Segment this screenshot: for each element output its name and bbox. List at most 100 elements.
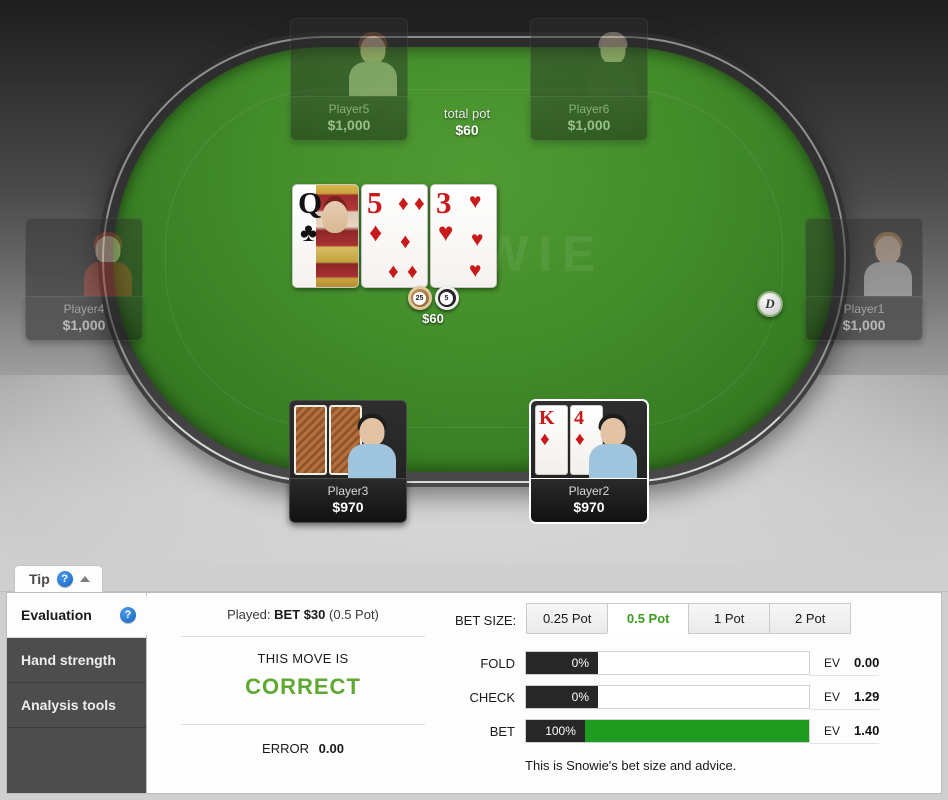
played-line: Played: BET $30 (0.5 Pot) xyxy=(181,607,425,622)
advice-column: BET SIZE: 0.25 Pot 0.5 Pot 1 Pot 2 Pot F… xyxy=(447,593,941,793)
player6-avatar-box xyxy=(530,18,648,96)
bet-size-tab-2pot[interactable]: 2 Pot xyxy=(769,603,852,634)
help-icon[interactable]: ? xyxy=(120,607,136,623)
bar-track-fold: 0% xyxy=(525,651,810,675)
seat-player1[interactable]: Player1 $1,000 xyxy=(805,218,923,341)
player5-nameplate: Player5 $1,000 xyxy=(290,96,408,141)
ev-cell-check: EV 1.29 xyxy=(810,684,880,710)
total-pot-amount: $60 xyxy=(455,122,479,138)
avatar-head xyxy=(600,418,626,446)
player2-stack: $970 xyxy=(573,499,605,515)
sidebar-filler xyxy=(7,728,146,793)
player2-nameplate: Player2 $970 xyxy=(530,478,648,523)
player2-name: Player2 xyxy=(568,484,610,498)
avatar-head xyxy=(95,236,121,264)
sidebar-item-label: Evaluation xyxy=(21,607,92,623)
bet-size-label: BET SIZE: xyxy=(455,613,517,628)
total-pot: total pot $60 xyxy=(412,105,522,139)
advice-note: This is Snowie's bet size and advice. xyxy=(525,758,737,773)
dealer-button: D xyxy=(757,291,783,317)
avatar xyxy=(862,230,914,296)
player2-avatar-box: K ♦ 4 ♦ xyxy=(530,400,648,478)
bet-size-tab-025pot[interactable]: 0.25 Pot xyxy=(526,603,609,634)
tip-label: Tip xyxy=(29,571,50,587)
player1-avatar-box xyxy=(805,218,923,296)
bar-pct-check: 0% xyxy=(526,686,598,708)
seat-player4[interactable]: Player4 $1,000 xyxy=(25,218,143,341)
ev-value-bet: 1.40 xyxy=(854,723,880,738)
player5-avatar-box xyxy=(290,18,408,96)
avatar xyxy=(346,412,398,478)
bet-size-row: BET SIZE: 0.25 Pot 0.5 Pot 1 Pot 2 Pot xyxy=(451,603,927,634)
chip-5-value: 5 xyxy=(440,291,453,305)
help-icon[interactable]: ? xyxy=(56,571,73,587)
diamond-pip: ♦ xyxy=(407,260,418,283)
player3-nameplate: Player3 $970 xyxy=(289,478,407,523)
total-pot-label: total pot xyxy=(443,106,491,121)
diamond-pip: ♦ xyxy=(400,230,411,253)
avatar-body xyxy=(84,262,132,296)
hero-card-2-rank: 4 xyxy=(574,407,584,429)
tip-bar: Tip ? xyxy=(0,565,948,592)
tip-tab[interactable]: Tip ? xyxy=(14,565,103,592)
avatar xyxy=(587,412,639,478)
ev-label: EV xyxy=(824,689,841,704)
avatar-head xyxy=(359,418,385,446)
seat-player6[interactable]: Player6 $1,000 xyxy=(530,18,648,141)
avatar xyxy=(82,230,134,296)
played-suffix: (0.5 Pot) xyxy=(329,607,379,622)
action-row-check: CHECK 0% EV 1.29 xyxy=(451,682,927,712)
diamond-pip: ♦ xyxy=(388,260,399,283)
player1-nameplate: Player1 $1,000 xyxy=(805,296,923,341)
sidebar-item-analysis-tools[interactable]: Analysis tools xyxy=(7,683,146,728)
ev-cell-fold: EV 0.00 xyxy=(810,650,880,676)
move-verdict: CORRECT xyxy=(245,674,361,699)
diamond-icon: ♦ xyxy=(369,217,383,247)
avatar-body xyxy=(348,444,396,478)
player5-stack: $1,000 xyxy=(327,117,371,133)
player6-name: Player6 xyxy=(568,102,610,116)
card-back xyxy=(294,405,327,475)
player3-stack: $970 xyxy=(332,499,364,515)
seat-player3[interactable]: Player3 $970 xyxy=(289,400,407,523)
move-label: THIS MOVE IS xyxy=(257,651,349,666)
ev-value-check: 1.29 xyxy=(854,689,880,704)
bar-pct-fold: 0% xyxy=(526,652,598,674)
player3-avatar-box xyxy=(289,400,407,478)
analysis-panel: Evaluation ? Hand strength Analysis tool… xyxy=(0,592,948,800)
chevron-up-icon[interactable] xyxy=(79,576,90,582)
board-card-1-rank: Q xyxy=(298,185,323,220)
player1-name: Player1 xyxy=(843,302,885,316)
hero-card-1-rank: K xyxy=(539,407,555,429)
bet-size-tab-05pot[interactable]: 0.5 Pot xyxy=(607,603,690,634)
sidebar-item-hand-strength[interactable]: Hand strength xyxy=(7,638,146,683)
seat-player2[interactable]: K ♦ 4 ♦ Player2 $970 xyxy=(530,400,648,523)
error-label: ERROR xyxy=(262,741,309,756)
diamond-pip: ♦ xyxy=(414,192,425,215)
community-cards: Q ♣ 5 ♦ ♦ ♦ ♦ ♦ ♦ 3 ♥ ♥ ♥ ♥ xyxy=(292,184,497,288)
error-value: 0.00 xyxy=(318,741,344,756)
ev-value-fold: 0.00 xyxy=(854,655,880,670)
poker-table-area: SNOWIE total pot $60 Q ♣ 5 ♦ ♦ ♦ ♦ ♦ ♦ 3… xyxy=(0,0,948,565)
sidebar-item-label: Hand strength xyxy=(21,652,116,668)
heart-icon: ♥ xyxy=(438,217,454,247)
sidebar-item-evaluation[interactable]: Evaluation ? xyxy=(7,593,156,638)
chip-5: 5 xyxy=(434,286,459,310)
diamond-icon: ♦ xyxy=(575,429,585,450)
avatar-head xyxy=(875,236,901,264)
move-verdict-block: THIS MOVE IS CORRECT xyxy=(181,637,425,710)
club-icon: ♣ xyxy=(300,217,318,247)
action-label-fold: FOLD xyxy=(480,655,515,671)
avatar xyxy=(587,30,639,96)
avatar-head xyxy=(360,36,386,64)
player6-stack: $1,000 xyxy=(567,117,611,133)
error-line: ERROR 0.00 xyxy=(181,725,425,756)
diamond-icon: ♦ xyxy=(540,429,550,450)
ev-cell-bet: EV 1.40 xyxy=(810,718,880,744)
seat-player5[interactable]: Player5 $1,000 xyxy=(290,18,408,141)
player6-nameplate: Player6 $1,000 xyxy=(530,96,648,141)
board-card-3-rank: 3 xyxy=(436,185,452,220)
avatar-body xyxy=(864,262,912,296)
action-label-bet: BET xyxy=(489,723,515,739)
bet-size-tab-1pot[interactable]: 1 Pot xyxy=(688,603,771,634)
